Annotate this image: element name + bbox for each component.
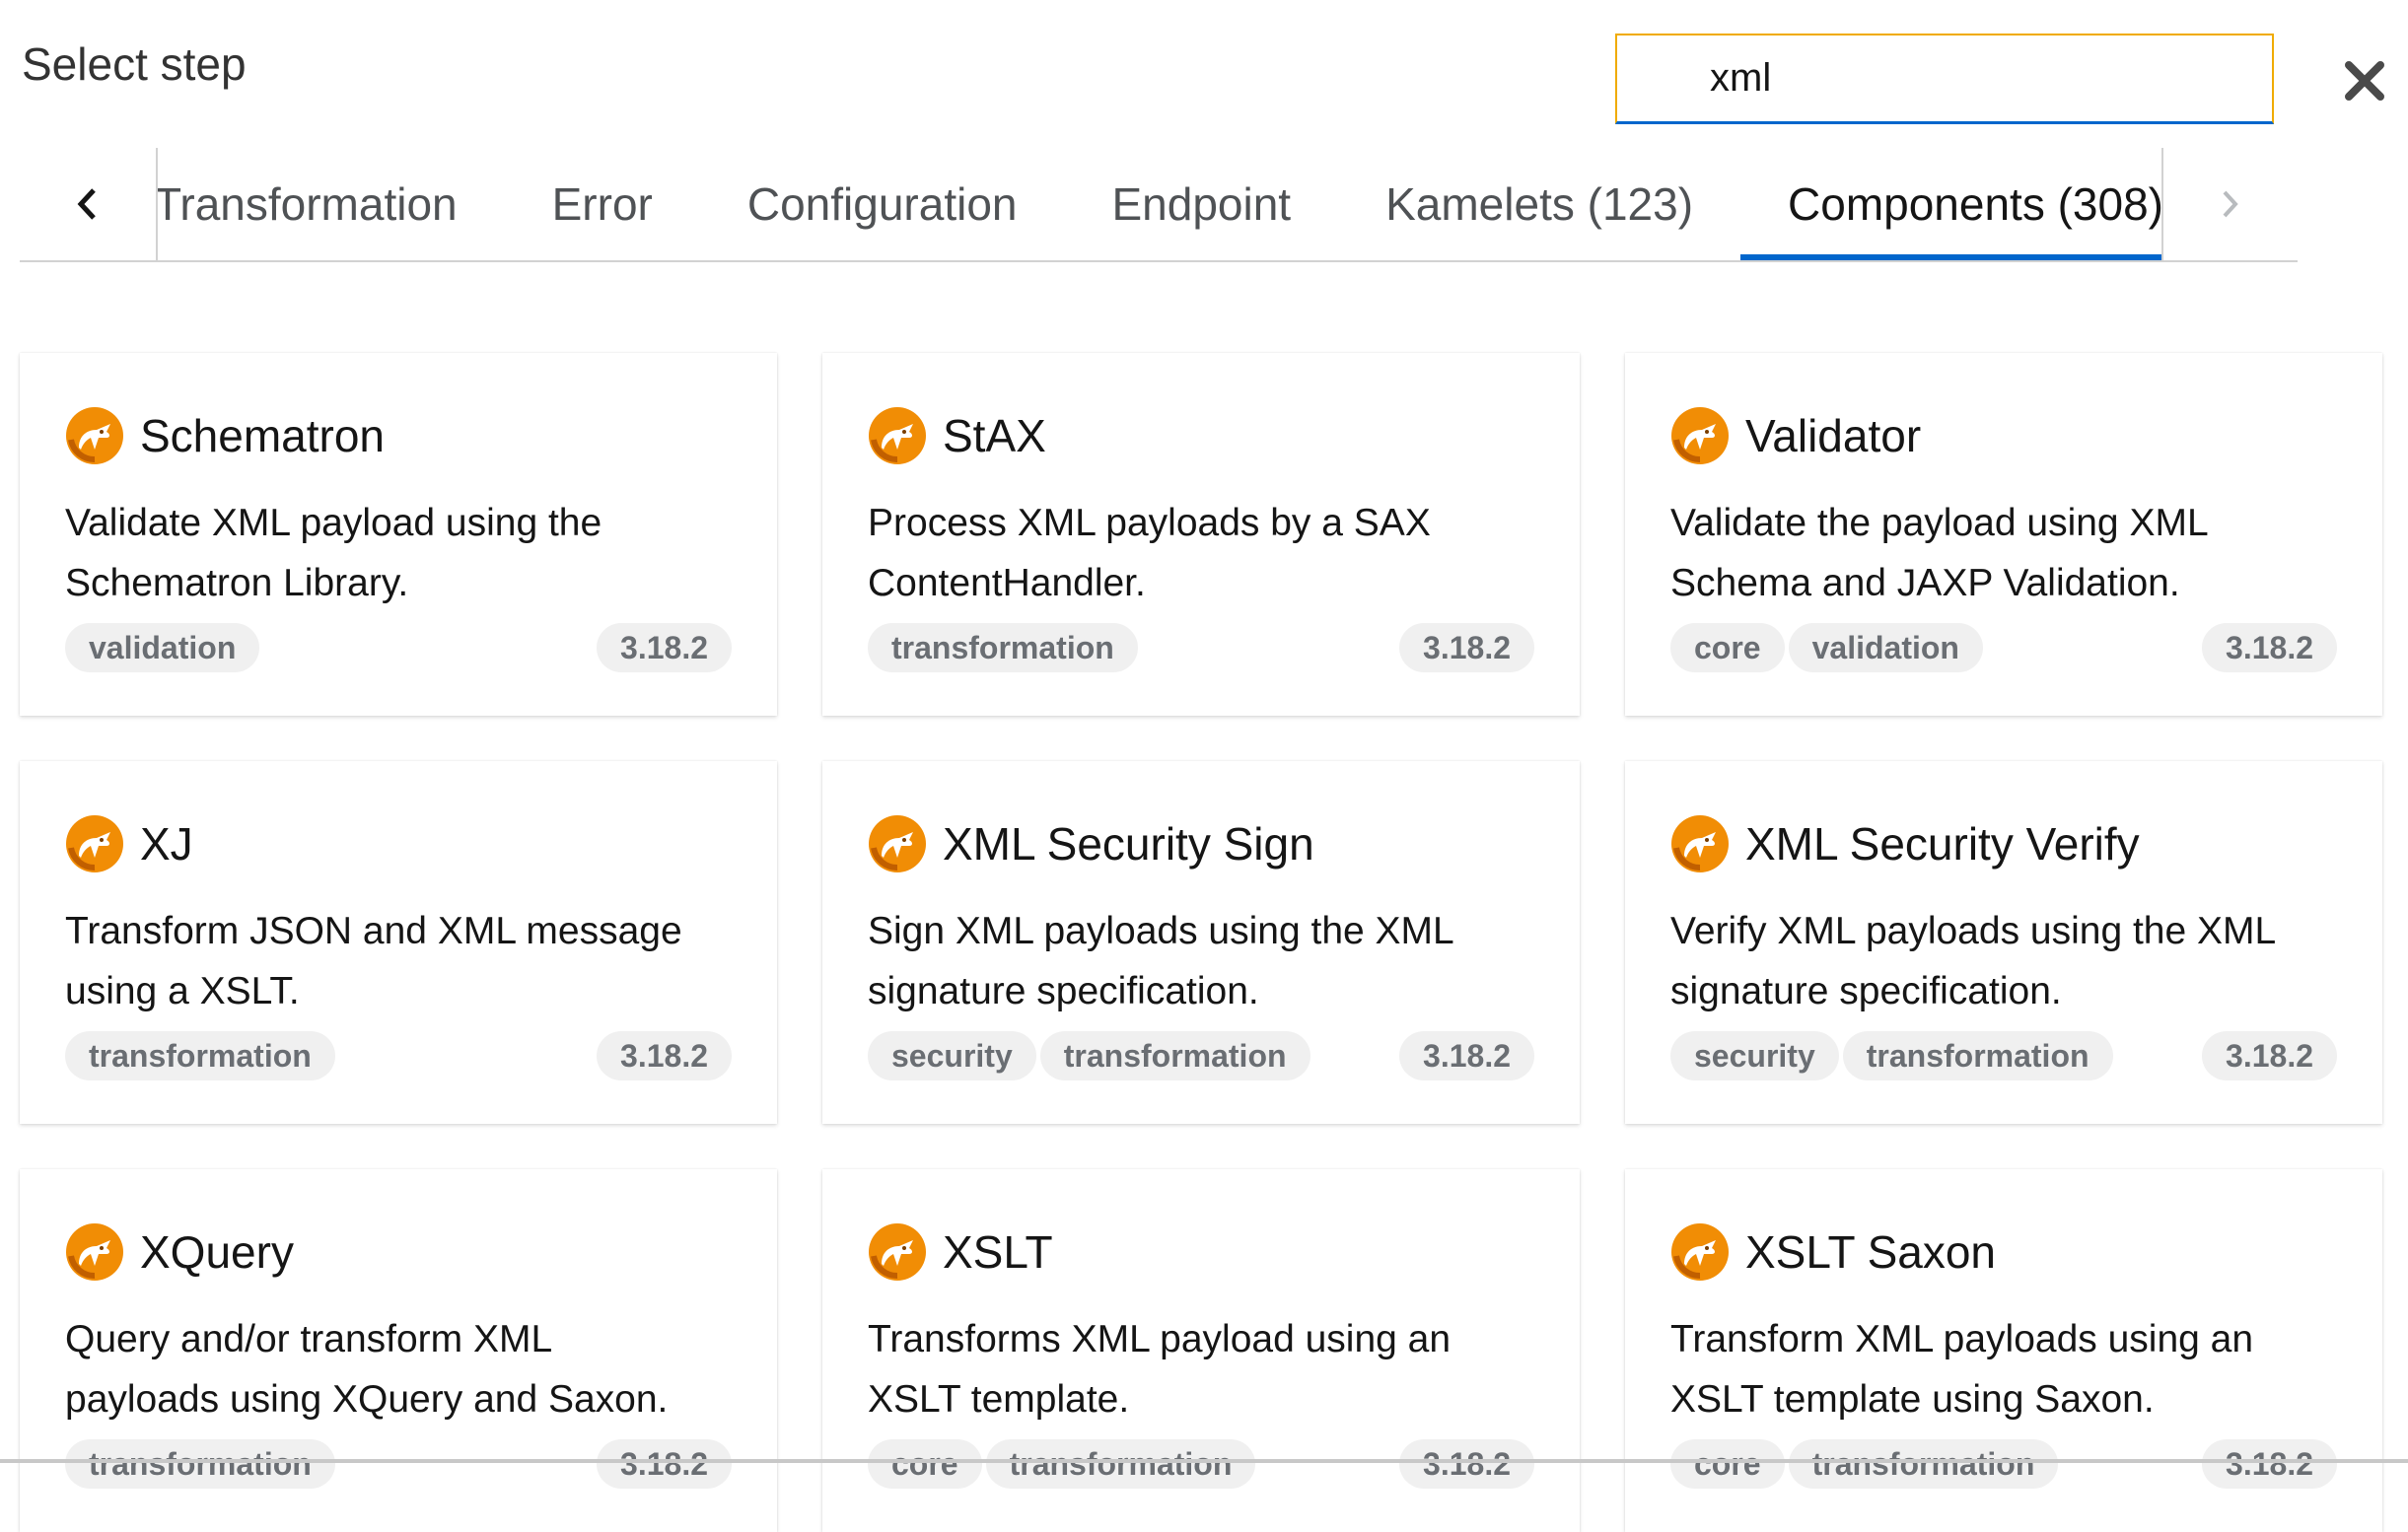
tab-endpoint[interactable]: Endpoint — [1064, 148, 1338, 260]
page-title: Select step — [22, 38, 247, 90]
camel-logo-icon — [66, 407, 123, 464]
card-description-line: payloads using XQuery and Saxon. — [65, 1378, 669, 1421]
version-badge: 3.18.2 — [2202, 1031, 2337, 1080]
close-button[interactable] — [2339, 55, 2390, 106]
card-description-line: Schematron Library. — [65, 562, 409, 604]
card-title: Schematron — [140, 410, 386, 461]
tag-badge: core — [1670, 623, 1785, 672]
card-title: XML Security Sign — [943, 818, 1314, 870]
version-badge: 3.18.2 — [2202, 623, 2337, 672]
modal-bottom-edge — [0, 1459, 2408, 1463]
camel-logo-icon — [66, 815, 123, 872]
card-description-line: XSLT template using Saxon. — [1670, 1378, 2155, 1421]
camel-logo-icon — [869, 815, 926, 872]
component-card-xslt-saxon[interactable]: XSLT Saxon Transform XML payloads using … — [1625, 1169, 2382, 1532]
card-description-line: signature specification. — [1670, 970, 2062, 1012]
card-title: XML Security Verify — [1745, 818, 2140, 870]
card-description-line: Validate the payload using XML — [1670, 502, 2209, 544]
card-description: Process XML payloads by a SAX ContentHan… — [868, 493, 1534, 613]
tag-badge: security — [868, 1031, 1036, 1080]
component-card-schematron[interactable]: Schematron Validate XML payload using th… — [20, 353, 777, 716]
version-badge: 3.18.2 — [1399, 1439, 1534, 1489]
card-title: XQuery — [140, 1226, 294, 1278]
camel-logo-icon — [869, 1223, 926, 1281]
camel-logo-icon — [869, 407, 926, 464]
camel-logo-icon — [1671, 407, 1729, 464]
card-description-line: Transforms XML payload using an — [868, 1318, 1452, 1360]
tag-badge: transformation — [1039, 1031, 1310, 1080]
search-input[interactable] — [1708, 55, 2244, 102]
chevron-right-icon — [2223, 190, 2238, 218]
tab-scroll-prev-button[interactable] — [20, 148, 158, 260]
tab-transformation[interactable]: Transformation — [158, 148, 505, 260]
tag-badge: transformation — [868, 623, 1138, 672]
component-card-stax[interactable]: StAX Process XML payloads by a SAX Conte… — [822, 353, 1580, 716]
card-title: XSLT Saxon — [1745, 1226, 1997, 1278]
tag-badge: core — [868, 1439, 982, 1489]
step-category-tabs: Transformation Error Configuration Endpo… — [20, 148, 2298, 262]
tab-kamelets[interactable]: Kamelets (123) — [1338, 148, 1740, 260]
tag-badge: transformation — [1788, 1439, 2059, 1489]
close-icon — [2345, 61, 2384, 101]
card-description-line: Verify XML payloads using the XML — [1670, 910, 2277, 952]
component-card-xml-security-sign[interactable]: XML Security Sign Sign XML payloads usin… — [822, 761, 1580, 1124]
card-description: Query and/or transform XML payloads usin… — [65, 1309, 732, 1429]
card-description-line: signature specification. — [868, 970, 1259, 1012]
tab-viewport: Transformation Error Configuration Endpo… — [158, 148, 2163, 260]
card-description-line: Validate XML payload using the — [65, 502, 602, 544]
tab-components[interactable]: Components (308) — [1740, 148, 2163, 260]
tag-badge: validation — [65, 623, 260, 672]
camel-logo-icon — [1671, 1223, 1729, 1281]
search-box[interactable] — [1615, 34, 2274, 124]
card-description: Validate the payload using XML Schema an… — [1670, 493, 2337, 613]
component-grid: Schematron Validate XML payload using th… — [20, 353, 2382, 1532]
component-card-xj[interactable]: XJ Transform JSON and XML message using … — [20, 761, 777, 1124]
tab-error[interactable]: Error — [505, 148, 700, 260]
tab-strip: Transformation Error Configuration Endpo… — [158, 148, 2163, 260]
tab-scroll-next-button[interactable] — [2161, 148, 2298, 260]
card-description: Transform XML payloads using an XSLT tem… — [1670, 1309, 2337, 1429]
card-description: Sign XML payloads using the XML signatur… — [868, 901, 1534, 1021]
chevron-left-icon — [77, 188, 96, 220]
component-card-validator[interactable]: Validator Validate the payload using XML… — [1625, 353, 2382, 716]
tab-configuration[interactable]: Configuration — [700, 148, 1065, 260]
tag-badge: transformation — [65, 1439, 335, 1489]
tag-badge: transformation — [1842, 1031, 2113, 1080]
card-description: Transforms XML payload using an XSLT tem… — [868, 1309, 1534, 1429]
version-badge: 3.18.2 — [1399, 1031, 1534, 1080]
component-card-xslt[interactable]: XSLT Transforms XML payload using an XSL… — [822, 1169, 1580, 1532]
camel-logo-icon — [66, 1223, 123, 1281]
tag-badge: core — [1670, 1439, 1785, 1489]
card-title: XSLT — [943, 1226, 1053, 1278]
component-card-xml-security-verify[interactable]: XML Security Verify Verify XML payloads … — [1625, 761, 2382, 1124]
card-description-line: Transform JSON and XML message — [65, 910, 682, 952]
tag-badge: validation — [1788, 623, 1983, 672]
version-badge: 3.18.2 — [597, 623, 732, 672]
card-title: Validator — [1745, 410, 1922, 461]
card-description-line: Schema and JAXP Validation. — [1670, 562, 2180, 604]
version-badge: 3.18.2 — [2202, 1439, 2337, 1489]
camel-logo-icon — [1671, 815, 1729, 872]
card-title: StAX — [943, 410, 1046, 461]
card-description-line: XSLT template. — [868, 1378, 1130, 1421]
card-description: Verify XML payloads using the XML signat… — [1670, 901, 2337, 1021]
card-description-line: Process XML payloads by a SAX — [868, 502, 1431, 544]
version-badge: 3.18.2 — [1399, 623, 1534, 672]
card-description-line: ContentHandler. — [868, 562, 1146, 604]
card-description-line: Sign XML payloads using the XML — [868, 910, 1454, 952]
version-badge: 3.18.2 — [597, 1031, 732, 1080]
card-description-line: using a XSLT. — [65, 970, 300, 1012]
card-description: Transform JSON and XML message using a X… — [65, 901, 732, 1021]
card-description-line: Transform XML payloads using an — [1670, 1318, 2254, 1360]
version-badge: 3.18.2 — [597, 1439, 732, 1489]
card-description: Validate XML payload using the Schematro… — [65, 493, 732, 613]
tag-badge: transformation — [65, 1031, 335, 1080]
card-title: XJ — [140, 818, 193, 870]
tag-badge: security — [1670, 1031, 1839, 1080]
card-description-line: Query and/or transform XML — [65, 1318, 553, 1360]
tag-badge: transformation — [985, 1439, 1256, 1489]
component-card-xquery[interactable]: XQuery Query and/or transform XML payloa… — [20, 1169, 777, 1532]
